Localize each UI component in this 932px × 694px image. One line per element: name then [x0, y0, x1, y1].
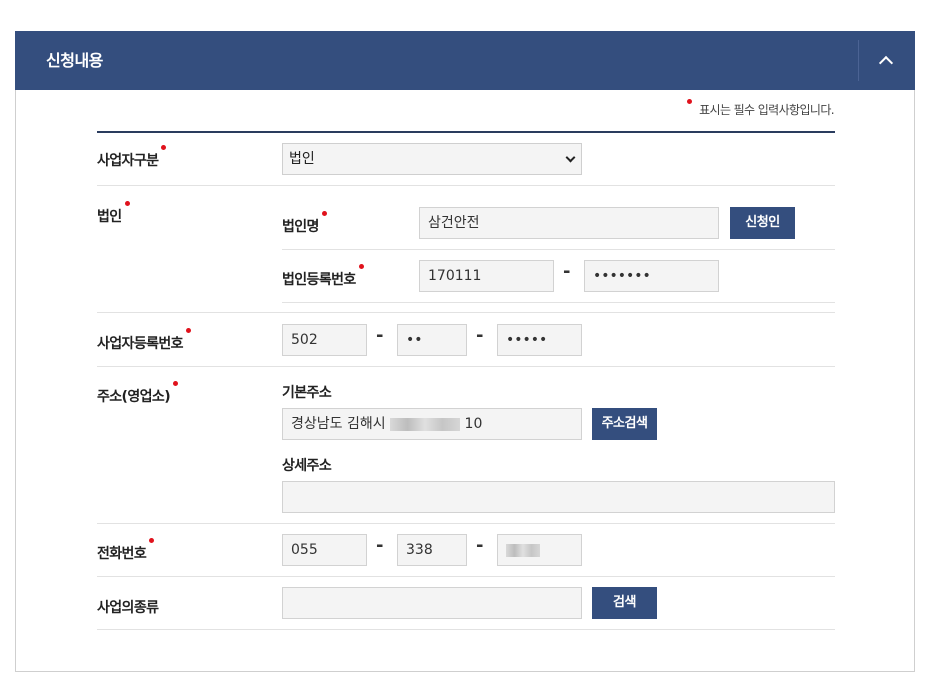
business-type-label-text: 사업자구분 — [97, 153, 159, 169]
row-divider — [97, 629, 835, 630]
business-category-input[interactable] — [282, 587, 582, 619]
business-type-select[interactable]: 법인 — [282, 143, 582, 175]
required-dot-icon — [124, 201, 130, 206]
collapse-button[interactable] — [859, 31, 915, 90]
corporation-label: 법인 — [97, 201, 130, 226]
required-dot-icon — [687, 99, 693, 104]
business-reg-part2-input[interactable]: •• — [397, 324, 467, 356]
corporation-reg-label-text: 법인등록번호 — [282, 272, 356, 288]
required-dot-icon — [161, 145, 167, 150]
business-reg-label-text: 사업자등록번호 — [97, 336, 184, 352]
row-divider — [97, 312, 835, 313]
dash-separator: - — [476, 325, 484, 346]
detail-address-label: 상세주소 — [282, 458, 332, 474]
redacted-block — [390, 417, 461, 431]
corporation-reg-part2-input[interactable]: ••••••• — [584, 260, 719, 292]
required-dot-icon — [173, 381, 178, 386]
address-label: 주소(영업소) — [97, 381, 178, 406]
form-top-border — [97, 131, 835, 133]
corporation-reg-part1-input[interactable]: 170111 — [419, 260, 554, 292]
dash-separator: - — [376, 535, 384, 556]
panel-title: 신청내용 — [46, 51, 103, 70]
corporation-reg-label: 법인등록번호 — [282, 264, 364, 289]
required-dot-icon — [358, 264, 364, 269]
phone-part1-input[interactable]: 055 — [282, 534, 367, 566]
business-category-label: 사업의종류 — [97, 600, 159, 616]
required-dot-icon — [321, 211, 327, 216]
required-dot-icon — [185, 328, 191, 333]
category-search-button[interactable]: 검색 — [592, 587, 657, 619]
row-divider — [97, 576, 835, 577]
row-divider — [97, 185, 835, 186]
address-search-button[interactable]: 주소검색 — [592, 408, 657, 440]
phone-part2-input[interactable]: 338 — [397, 534, 467, 566]
basic-address-prefix: 경상남도 김해시 — [291, 416, 386, 432]
corporation-name-label-text: 법인명 — [282, 219, 319, 235]
dash-separator: - — [376, 325, 384, 346]
required-note-text: 표시는 필수 입력사항입니다. — [699, 103, 835, 117]
basic-address-input[interactable]: 경상남도 김해시 10 — [282, 408, 582, 440]
row-divider — [97, 523, 835, 524]
chevron-up-icon — [878, 55, 894, 71]
business-type-label: 사업자구분 — [97, 145, 167, 170]
chevron-down-icon — [565, 152, 576, 163]
row-divider — [282, 302, 835, 303]
row-divider — [282, 249, 835, 250]
dash-separator: - — [476, 535, 484, 556]
corporation-name-input[interactable]: 삼건안전 — [419, 207, 719, 239]
row-divider — [97, 366, 835, 367]
required-dot-icon — [149, 538, 155, 543]
required-note: 표시는 필수 입력사항입니다. — [687, 99, 835, 118]
phone-label: 전화번호 — [97, 538, 155, 563]
application-panel: 신청내용 표시는 필수 입력사항입니다. 사업자구분 법인 법인 법인명 삼건안… — [15, 31, 915, 672]
detail-address-input[interactable] — [282, 481, 835, 513]
dash-separator: - — [563, 261, 571, 282]
phone-label-text: 전화번호 — [97, 546, 147, 562]
panel-header: 신청내용 — [15, 31, 915, 90]
business-type-selected: 법인 — [289, 151, 315, 167]
corporation-label-text: 법인 — [97, 209, 122, 225]
address-label-text: 주소(영업소) — [97, 389, 171, 405]
redacted-block — [506, 543, 540, 557]
business-reg-part1-input[interactable]: 502 — [282, 324, 367, 356]
business-reg-part3-input[interactable]: ••••• — [497, 324, 582, 356]
basic-address-label: 기본주소 — [282, 385, 332, 401]
phone-part3-input[interactable] — [497, 534, 582, 566]
basic-address-suffix: 10 — [464, 416, 483, 432]
business-reg-label: 사업자등록번호 — [97, 328, 191, 353]
applicant-button[interactable]: 신청인 — [730, 207, 795, 239]
corporation-name-label: 법인명 — [282, 211, 327, 236]
